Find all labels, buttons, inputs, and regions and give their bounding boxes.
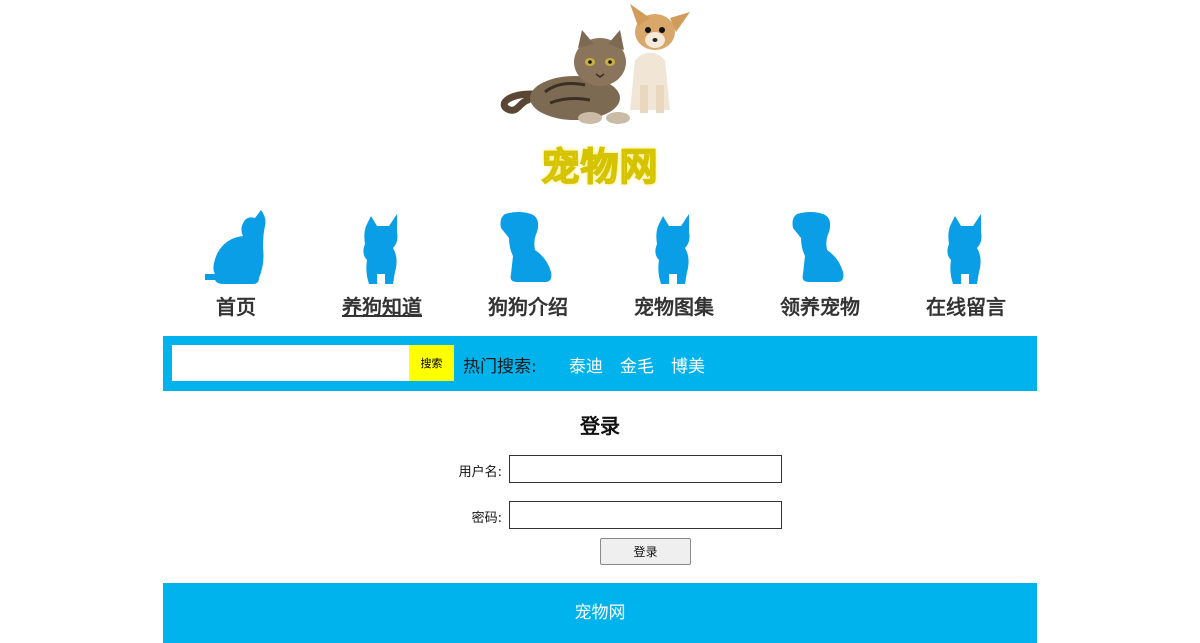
hot-search-link-pomeranian[interactable]: 博美 (671, 352, 705, 377)
search-button[interactable]: 搜索 (409, 345, 454, 381)
site-header: 宠物网 (0, 0, 1200, 200)
password-field[interactable] (509, 501, 782, 529)
footer-text: 宠物网 (574, 603, 626, 623)
login-button[interactable]: 登录 (600, 538, 691, 565)
kitten-silhouette-icon (363, 214, 398, 284)
sitting-cat-silhouette-icon (205, 210, 266, 284)
kitten-silhouette-icon (655, 214, 690, 284)
nav-item-dog-intro[interactable]: 狗狗介绍 (455, 205, 601, 325)
nav-label-dog-knowledge: 养狗知道 (342, 295, 422, 319)
footer: 宠物网 (163, 583, 1037, 643)
kitten-silhouette-icon (947, 214, 982, 284)
puppy-silhouette-icon (500, 212, 552, 282)
nav-item-online-message[interactable]: 在线留言 (893, 205, 1039, 325)
login-title: 登录 (580, 414, 620, 438)
nav-item-adopt-pet[interactable]: 领养宠物 (747, 205, 893, 325)
username-label: 用户名: (458, 465, 502, 480)
site-title-logo: 宠物网 (541, 144, 659, 190)
username-field[interactable] (509, 455, 782, 483)
hot-search-label: 热门搜索: (463, 357, 537, 377)
hot-search-link-teddy[interactable]: 泰迪 (569, 352, 603, 377)
nav-item-dog-knowledge[interactable]: 养狗知道 (309, 205, 455, 325)
nav-label-pet-gallery: 宠物图集 (634, 295, 714, 319)
search-input[interactable] (172, 345, 410, 381)
search-bar: 搜索 热门搜索: 泰迪 金毛 博美 (163, 336, 1037, 391)
main-nav: 首页 养狗知道 狗狗介绍 宠物图集 领养宠物 在线留言 (163, 205, 1037, 325)
nav-item-pet-gallery[interactable]: 宠物图集 (601, 205, 747, 325)
nav-label-home: 首页 (216, 295, 256, 319)
nav-item-home[interactable]: 首页 (163, 205, 309, 325)
puppy-silhouette-icon (792, 212, 844, 282)
nav-label-adopt-pet: 领养宠物 (780, 295, 860, 319)
hot-search-link-golden[interactable]: 金毛 (620, 352, 654, 377)
cat-and-dog-hero-image (500, 4, 690, 124)
nav-label-dog-intro: 狗狗介绍 (488, 295, 568, 319)
nav-label-online-message: 在线留言 (926, 295, 1006, 319)
password-label: 密码: (471, 511, 502, 526)
